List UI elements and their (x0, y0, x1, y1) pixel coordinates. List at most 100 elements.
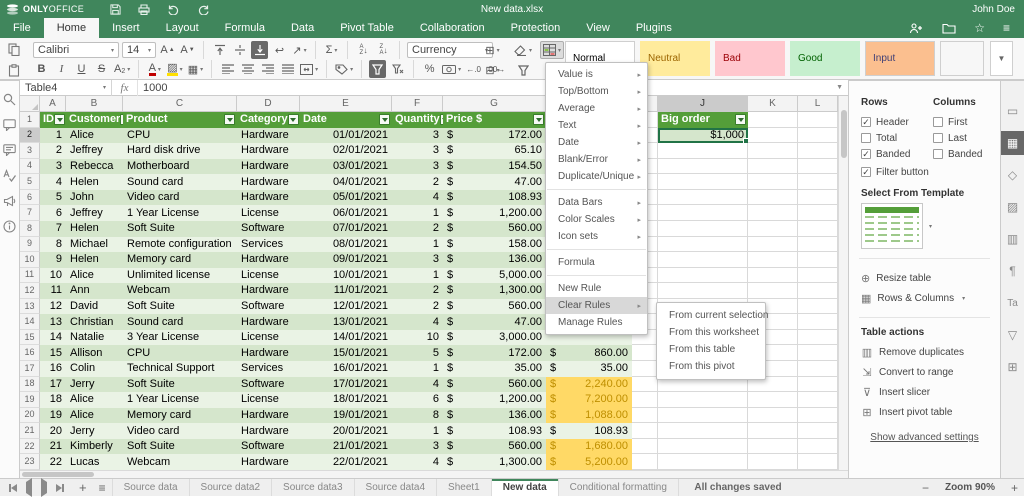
filter-button-checkbox[interactable]: ✓ (861, 167, 871, 177)
increment-font-icon[interactable]: A▲ (159, 41, 176, 59)
cell-F11[interactable]: 1 (392, 268, 443, 284)
subscript-icon[interactable]: A2▾ (113, 60, 131, 78)
copy-button[interactable] (5, 40, 22, 58)
menu-item-top-bottom[interactable]: Top/Bottom▸ (546, 83, 647, 100)
cell-L3[interactable] (798, 143, 838, 159)
cell-F2[interactable]: 3 (392, 128, 443, 144)
cell-E12[interactable]: 11/01/2021 (300, 283, 392, 299)
undo-icon[interactable] (167, 4, 180, 15)
row-header-9[interactable]: 9 (20, 237, 40, 253)
cell-F14[interactable]: 4 (392, 314, 443, 330)
horizontal-scrollbar[interactable] (20, 470, 848, 478)
filter-icon[interactable] (369, 60, 386, 78)
print-icon[interactable] (138, 4, 150, 15)
menu-item-duplicate-unique[interactable]: Duplicate/Unique▸ (546, 168, 647, 185)
cell-C8[interactable]: Soft Suite (123, 221, 237, 237)
rows-total-checkbox[interactable] (861, 133, 871, 143)
cell-K22[interactable] (748, 439, 798, 455)
cell-C12[interactable]: Webcam (123, 283, 237, 299)
cell-E2[interactable]: 01/01/2021 (300, 128, 392, 144)
cell-H23[interactable]: $5,200.00 (546, 454, 632, 470)
row-header-21[interactable]: 21 (20, 423, 40, 439)
cell-C10[interactable]: Memory card (123, 252, 237, 268)
bold-icon[interactable]: B (33, 60, 50, 78)
insert-cells-icon[interactable]: ⊞▾ (484, 41, 501, 59)
cell-D18[interactable]: Software (237, 377, 300, 393)
cell-E18[interactable]: 17/01/2021 (300, 377, 392, 393)
cell-J8[interactable] (658, 221, 748, 237)
formula-bar-collapse-icon[interactable]: ▼ (836, 84, 848, 91)
cell-C3[interactable]: Hard disk drive (123, 143, 237, 159)
tab-pivot-table[interactable]: Pivot Table (327, 18, 407, 38)
tab-formula[interactable]: Formula (212, 18, 278, 38)
cell-L13[interactable] (798, 299, 838, 315)
cell-C22[interactable]: Soft Suite (123, 439, 237, 455)
cell-F12[interactable]: 2 (392, 283, 443, 299)
cell-style-bad[interactable]: Bad (715, 41, 785, 76)
row-header-7[interactable]: 7 (20, 205, 40, 221)
cell-K12[interactable] (748, 283, 798, 299)
cell-B2[interactable]: Alice (66, 128, 123, 144)
orientation-icon[interactable]: ↗▾ (291, 41, 308, 59)
cell-F18[interactable]: 4 (392, 377, 443, 393)
table-template-thumbnail[interactable] (861, 203, 923, 249)
cell-styles-more-icon[interactable]: ▼ (990, 41, 1013, 76)
cell-A1[interactable]: ID (40, 112, 66, 128)
cell-A4[interactable]: 3 (40, 159, 66, 175)
cell-C4[interactable]: Motherboard (123, 159, 237, 175)
cell-G12[interactable]: $1,300.00 (443, 283, 546, 299)
cell-H18[interactable]: $2,240.00 (546, 377, 632, 393)
cell-B6[interactable]: John (66, 190, 123, 206)
row-header-16[interactable]: 16 (20, 345, 40, 361)
cell-B4[interactable]: Rebecca (66, 159, 123, 175)
cell-B13[interactable]: David (66, 299, 123, 315)
cell-I19[interactable] (632, 392, 658, 408)
open-file-location-icon[interactable] (942, 23, 956, 34)
cell-K8[interactable] (748, 221, 798, 237)
cell-L11[interactable] (798, 268, 838, 284)
comments-icon[interactable] (3, 119, 16, 131)
row-header-8[interactable]: 8 (20, 221, 40, 237)
wrap-text-icon[interactable]: ↩ (271, 41, 288, 59)
align-right-icon[interactable] (259, 60, 276, 78)
submenu-item-from-this-pivot[interactable]: From this pivot (657, 358, 765, 375)
filter-button[interactable]: ✓Filter button (861, 164, 1000, 180)
sheet-list-icon[interactable]: ≡ (93, 479, 112, 496)
cell-settings-icon[interactable]: ▭ (1001, 99, 1024, 123)
cell-I23[interactable] (632, 454, 658, 470)
cell-G14[interactable]: $47.00 (443, 314, 546, 330)
row-header-11[interactable]: 11 (20, 268, 40, 284)
cell-E13[interactable]: 12/01/2021 (300, 299, 392, 315)
align-center-icon[interactable] (239, 60, 256, 78)
row-header-12[interactable]: 12 (20, 283, 40, 299)
cell-K11[interactable] (748, 268, 798, 284)
cell-B14[interactable]: Christian (66, 314, 123, 330)
row-header-5[interactable]: 5 (20, 174, 40, 190)
last-sheet-icon[interactable] (56, 484, 64, 492)
zoom-out-icon[interactable]: − (922, 481, 929, 495)
cell-D23[interactable]: Hardware (237, 454, 300, 470)
cell-F5[interactable]: 2 (392, 174, 443, 190)
cell-A3[interactable]: 2 (40, 143, 66, 159)
submenu-item-from-this-table[interactable]: From this table (657, 341, 765, 358)
cell-F20[interactable]: 8 (392, 408, 443, 424)
cell-style-neutral[interactable]: Neutral (640, 41, 710, 76)
paragraph-settings-icon[interactable]: ¶ (1001, 259, 1024, 283)
name-box[interactable]: Table4▾ (20, 80, 112, 96)
cell-H19[interactable]: $7,200.00 (546, 392, 632, 408)
row-header-3[interactable]: 3 (20, 143, 40, 159)
underline-icon[interactable]: U (73, 60, 90, 78)
tab-collaboration[interactable]: Collaboration (407, 18, 498, 38)
cell-L15[interactable] (798, 330, 838, 346)
columns-last-checkbox[interactable] (933, 133, 943, 143)
cell-J23[interactable] (658, 454, 748, 470)
align-middle-icon[interactable] (231, 41, 248, 59)
cell-D6[interactable]: Hardware (237, 190, 300, 206)
cell-G17[interactable]: $35.00 (443, 361, 546, 377)
cell-G7[interactable]: $1,200.00 (443, 205, 546, 221)
cell-B23[interactable]: Lucas (66, 454, 123, 470)
col-header-F[interactable]: F (392, 96, 443, 112)
decrease-decimal-icon[interactable]: ←.0 (465, 60, 482, 78)
columns-first[interactable]: First (933, 114, 982, 130)
cell-B5[interactable]: Helen (66, 174, 123, 190)
